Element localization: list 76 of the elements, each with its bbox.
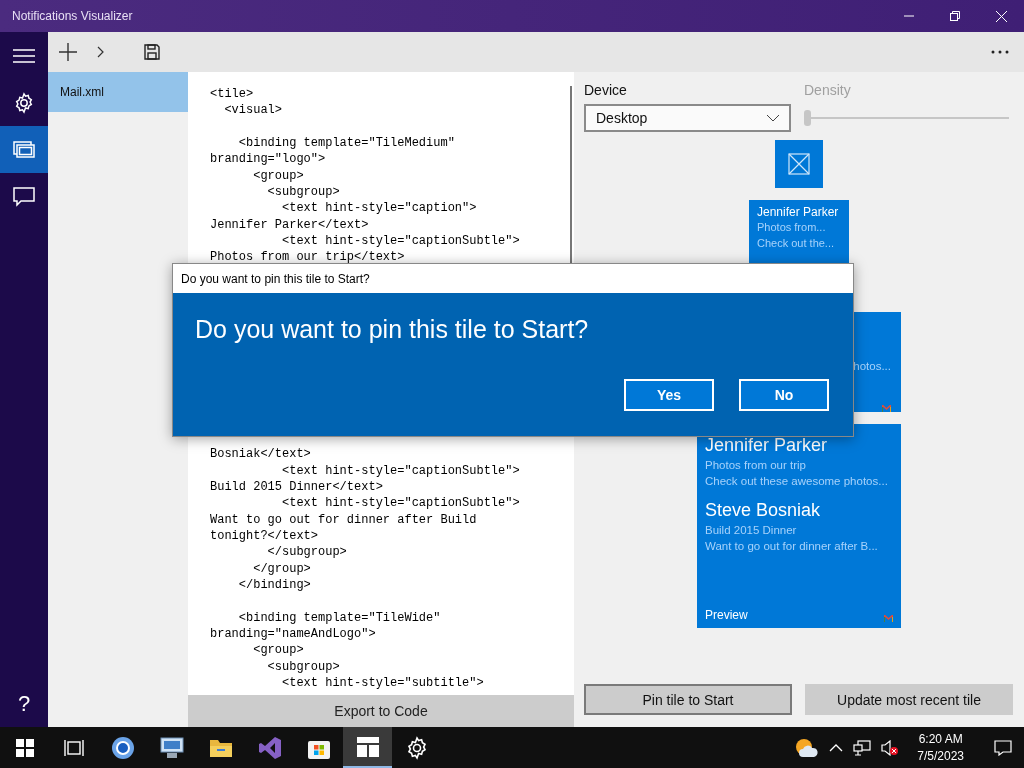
- tiles-app-icon[interactable]: [355, 734, 380, 759]
- code-line: <tile>: [210, 86, 255, 103]
- weather-icon[interactable]: [795, 737, 820, 758]
- save-icon[interactable]: [144, 44, 160, 60]
- browser-icon[interactable]: [110, 735, 135, 760]
- studio-icon[interactable]: [257, 735, 282, 760]
- code-line: <binding template="TileMedium": [237, 135, 456, 152]
- code-line: Photos from our trip</text>: [210, 249, 406, 266]
- add-icon[interactable]: [59, 43, 77, 61]
- tile-title: Jennifer Parker: [757, 205, 840, 219]
- code-line: <binding template="TileWide": [237, 609, 442, 626]
- export-button[interactable]: Export to Code: [188, 695, 574, 727]
- help-button[interactable]: ?: [0, 681, 48, 727]
- code-line: Jennifer Parker</text>: [210, 216, 370, 233]
- code-line: branding="nameAndLogo">: [210, 626, 377, 643]
- tile-label: Preview: [705, 608, 748, 622]
- code-line: <text hint-style="subtitle">: [281, 675, 485, 692]
- close-icon[interactable]: [995, 10, 1007, 22]
- field-label: Device: [584, 82, 628, 98]
- field-label: Density: [804, 82, 852, 98]
- code-line: <group>: [252, 167, 305, 184]
- tile-text: Want to go out for dinner after B...: [705, 539, 879, 554]
- caret-icon: [767, 114, 779, 122]
- code-line: </binding>: [237, 577, 312, 594]
- action-button[interactable]: Update most recent tile: [805, 684, 1013, 715]
- notification-icon[interactable]: [994, 739, 1012, 756]
- tile-text: Check out these awesome photos...: [705, 474, 889, 489]
- code-line: <text hint-style="caption">: [281, 200, 478, 217]
- code-line: branding="logo">: [210, 151, 327, 168]
- dialog-title: Do you want to pin this tile to Start?: [173, 264, 853, 293]
- chat-icon[interactable]: [13, 186, 35, 207]
- code-line: <subgroup>: [266, 183, 341, 201]
- code-line: </subgroup>: [266, 544, 348, 561]
- chevron-up-icon[interactable]: [829, 743, 844, 752]
- clock-date[interactable]: 7/5/2023: [917, 747, 964, 765]
- menu-icon[interactable]: [13, 48, 35, 63]
- windows-logo-icon[interactable]: [15, 738, 34, 757]
- dialog-button[interactable]: Yes: [624, 379, 714, 411]
- device-dropdown[interactable]: Desktop: [584, 104, 791, 132]
- computer-icon[interactable]: [158, 735, 185, 760]
- window-title: Notifications Visualizer: [12, 9, 134, 23]
- code-line: </group>: [252, 560, 312, 578]
- code-line: tonight?</text>: [210, 528, 320, 545]
- dialog-message: Do you want to pin this tile to Start?: [195, 315, 590, 344]
- dialog-button[interactable]: No: [739, 379, 829, 411]
- tiles-icon[interactable]: [13, 139, 35, 160]
- code-line: <text hint-style="captionSubtle">: [281, 462, 521, 480]
- code-line: <visual>: [223, 102, 283, 119]
- tile-text: Photos from our trip: [705, 458, 807, 473]
- tile-text: Photos from...: [757, 220, 827, 235]
- scrollbar[interactable]: [570, 86, 572, 266]
- code-line: Bosniak</text>: [210, 446, 312, 463]
- restore-icon[interactable]: [950, 11, 960, 21]
- clock-time[interactable]: 6:20 AM: [918, 730, 963, 748]
- tile-title: Steve Bosniak: [705, 499, 822, 522]
- code-line: Want to go out for dinner after Build: [210, 511, 478, 529]
- settings-icon[interactable]: [13, 91, 35, 114]
- code-line: Build 2015 Dinner</text>: [210, 479, 384, 496]
- tile-text: Check out the...: [757, 236, 836, 251]
- tile-text: Build 2015 Dinner: [705, 523, 798, 538]
- code-line: <text hint-style="captionSubtle">: [281, 495, 521, 512]
- image-placeholder-icon: [788, 153, 810, 175]
- density-slider[interactable]: [804, 110, 1009, 126]
- action-button[interactable]: Pin tile to Start: [584, 684, 792, 715]
- chevron-right-icon[interactable]: [96, 46, 104, 58]
- volume-muted-icon[interactable]: [881, 739, 900, 756]
- code-line: <group>: [252, 642, 305, 659]
- tile-text: hotos...: [853, 359, 891, 374]
- folder-icon[interactable]: [208, 737, 233, 758]
- task-view-icon[interactable]: [63, 738, 84, 757]
- file-item[interactable]: Mail.xml: [48, 72, 188, 112]
- code-line: <text hint-style="captionSubtle">: [281, 232, 521, 250]
- tile-title: Jennifer Parker: [705, 434, 829, 457]
- network-icon[interactable]: [853, 739, 872, 756]
- code-line: <subgroup>: [266, 658, 341, 675]
- more-icon[interactable]: [991, 50, 1009, 54]
